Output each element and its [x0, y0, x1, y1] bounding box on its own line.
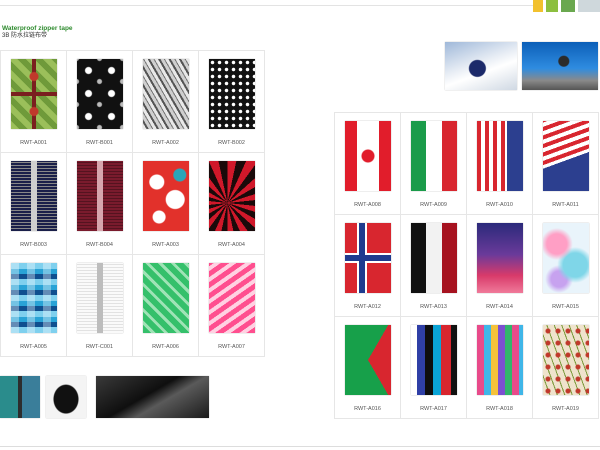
swatch-cell[interactable]: RWT-A007 [199, 255, 265, 357]
swatch-floral-vine[interactable] [543, 325, 589, 395]
swatch-stripes-usa[interactable] [477, 121, 523, 191]
swatch-code: RWT-B002 [218, 140, 245, 146]
swatch-zebra-grey[interactable] [143, 59, 189, 129]
swatch-grid-left: RWT-A001 RWT-B001 RWT-A002 RWT-B002 RWT-… [0, 50, 265, 357]
brand-tab-grey [578, 0, 600, 12]
swatch-cell[interactable]: RWT-A016 [335, 317, 401, 419]
swatch-squares-blue[interactable] [11, 263, 57, 333]
swatch-code: RWT-A018 [486, 406, 513, 412]
page-title: Waterproof zipper tape 3B 防水拉链布带 [2, 25, 73, 39]
swatch-cell[interactable]: RWT-A006 [133, 255, 199, 357]
brand-tab-yellow [533, 0, 543, 12]
swatch-code: RWT-A011 [552, 202, 579, 208]
swatch-rays-red[interactable] [209, 161, 255, 231]
photo-zipper-closeup [96, 376, 209, 418]
swatch-code: RWT-A009 [420, 202, 447, 208]
bottom-divider [0, 446, 600, 447]
photo-ski-jumper [522, 42, 598, 90]
swatch-snowflake-black[interactable] [77, 59, 123, 129]
swatch-cell[interactable]: RWT-A010 [467, 113, 533, 215]
swatch-code: RWT-A005 [20, 344, 47, 350]
swatch-cell[interactable]: RWT-B002 [199, 51, 265, 153]
swatch-code: RWT-A017 [420, 406, 447, 412]
photo-ski-racer [445, 42, 517, 90]
swatch-tricolor-dark[interactable] [411, 223, 457, 293]
swatch-cell[interactable]: RWT-A002 [133, 51, 199, 153]
swatch-code: RWT-A001 [20, 140, 47, 146]
swatch-dots-black[interactable] [209, 59, 255, 129]
brand-tab-green [546, 0, 558, 12]
swatch-waves-pink[interactable] [209, 263, 255, 333]
swatch-cell[interactable]: RWT-A015 [533, 215, 599, 317]
swatch-code: RWT-C001 [85, 344, 114, 350]
swatch-cell[interactable]: RWT-B001 [67, 51, 133, 153]
swatch-code: RWT-A008 [354, 202, 381, 208]
photo-wetsuit-model [46, 376, 86, 418]
swatch-code: RWT-A010 [486, 202, 513, 208]
swatch-cell[interactable]: RWT-A017 [401, 317, 467, 419]
swatch-cell[interactable]: RWT-A012 [335, 215, 401, 317]
swatch-cell[interactable]: RWT-A008 [335, 113, 401, 215]
swatch-cell[interactable]: RWT-A001 [1, 51, 67, 153]
swatch-cell[interactable]: RWT-A019 [533, 317, 599, 419]
brand-tabs [533, 0, 600, 12]
swatch-flag-usa-diag[interactable] [543, 121, 589, 191]
swatch-gradient-purple[interactable] [477, 223, 523, 293]
swatch-code: RWT-A004 [218, 242, 245, 248]
title-chinese: 3B 防水拉链布带 [2, 32, 48, 39]
swatch-cell[interactable]: RWT-A011 [533, 113, 599, 215]
swatch-code: RWT-B001 [86, 140, 113, 146]
swatch-cell[interactable]: RWT-A014 [467, 215, 533, 317]
swatch-code: RWT-A006 [152, 344, 179, 350]
swatch-code: RWT-B003 [20, 242, 47, 248]
swatch-code: RWT-A003 [152, 242, 179, 248]
swatch-code: RWT-A002 [152, 140, 179, 146]
swatch-flag-italy[interactable] [411, 121, 457, 191]
swatch-cell[interactable]: RWT-A004 [199, 153, 265, 255]
swatch-hibiscus[interactable] [143, 161, 189, 231]
swatch-chevron-green[interactable] [143, 263, 189, 333]
title-english: Waterproof zipper tape [2, 25, 73, 32]
swatch-code: RWT-A007 [218, 344, 245, 350]
photo-jackets-models [0, 376, 40, 418]
swatch-code: RWT-A014 [486, 304, 513, 310]
swatch-cell[interactable]: RWT-A005 [1, 255, 67, 357]
swatch-watercolor[interactable] [543, 223, 589, 293]
swatch-stripes-multi[interactable] [411, 325, 457, 395]
swatch-cell[interactable]: RWT-C001 [67, 255, 133, 357]
swatch-cell[interactable]: RWT-A003 [133, 153, 199, 255]
swatch-white-zipper[interactable] [77, 263, 123, 333]
swatch-zipper-navy[interactable] [11, 161, 57, 231]
swatch-code: RWT-A013 [420, 304, 447, 310]
swatch-code: RWT-A012 [354, 304, 381, 310]
swatch-kaleido-green[interactable] [11, 59, 57, 129]
swatch-cell[interactable]: RWT-A018 [467, 317, 533, 419]
swatch-code: RWT-B004 [86, 242, 113, 248]
swatch-cell[interactable]: RWT-B004 [67, 153, 133, 255]
swatch-code: RWT-A019 [552, 406, 579, 412]
swatch-code: RWT-A015 [552, 304, 579, 310]
swatch-cell[interactable]: RWT-A013 [401, 215, 467, 317]
swatch-cell[interactable]: RWT-B003 [1, 153, 67, 255]
swatch-cell[interactable]: RWT-A009 [401, 113, 467, 215]
swatch-grid-right: RWT-A008 RWT-A009 RWT-A010 RWT-A011 RWT-… [334, 112, 599, 419]
swatch-flag-norway[interactable] [345, 223, 391, 293]
swatch-green-red-triangles[interactable] [345, 325, 391, 395]
swatch-code: RWT-A016 [354, 406, 381, 412]
swatch-flag-canada[interactable] [345, 121, 391, 191]
swatch-letters-colorful[interactable] [477, 325, 523, 395]
brand-tab-green-dark [561, 0, 575, 12]
top-divider [0, 5, 600, 6]
swatch-zipper-maroon[interactable] [77, 161, 123, 231]
